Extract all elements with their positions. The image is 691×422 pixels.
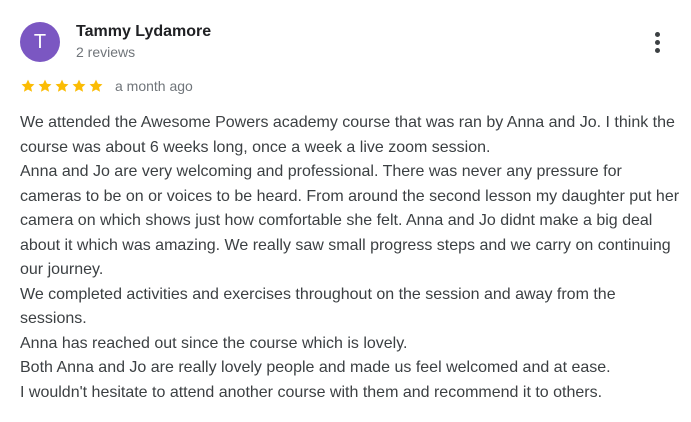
star-icon <box>38 79 52 92</box>
star-icon <box>21 79 35 92</box>
reviewer-review-count: 2 reviews <box>76 44 136 60</box>
reviewer-name[interactable]: Tammy Lydamore <box>76 22 211 42</box>
more-vert-icon <box>654 47 660 53</box>
more-options-button[interactable] <box>644 28 670 56</box>
review-text: We attended the Awesome Powers academy c… <box>20 111 680 405</box>
review-paragraph: Both Anna and Jo are really lovely peopl… <box>20 359 611 376</box>
review-date: a month ago <box>115 78 193 94</box>
review-card: T Tammy Lydamore 2 reviews a month ago W… <box>0 0 691 422</box>
avatar-letter: T <box>33 30 47 53</box>
more-vert-icon <box>654 31 660 37</box>
review-paragraph: Anna and Jo are very welcoming and profe… <box>20 163 680 278</box>
star-icon <box>72 79 86 92</box>
review-paragraph: I wouldn't hesitate to attend another co… <box>20 383 603 401</box>
review-paragraph: Anna has reached out since the course wh… <box>20 334 408 352</box>
more-vert-icon <box>654 39 660 45</box>
star-icon <box>55 79 69 92</box>
rating-row: a month ago <box>20 76 193 96</box>
star-icon <box>89 79 103 92</box>
review-paragraph: We completed activities and exercises th… <box>20 285 616 328</box>
star-rating <box>20 78 104 94</box>
avatar[interactable]: T <box>20 22 60 62</box>
review-paragraph: We attended the Awesome Powers academy c… <box>20 114 675 156</box>
